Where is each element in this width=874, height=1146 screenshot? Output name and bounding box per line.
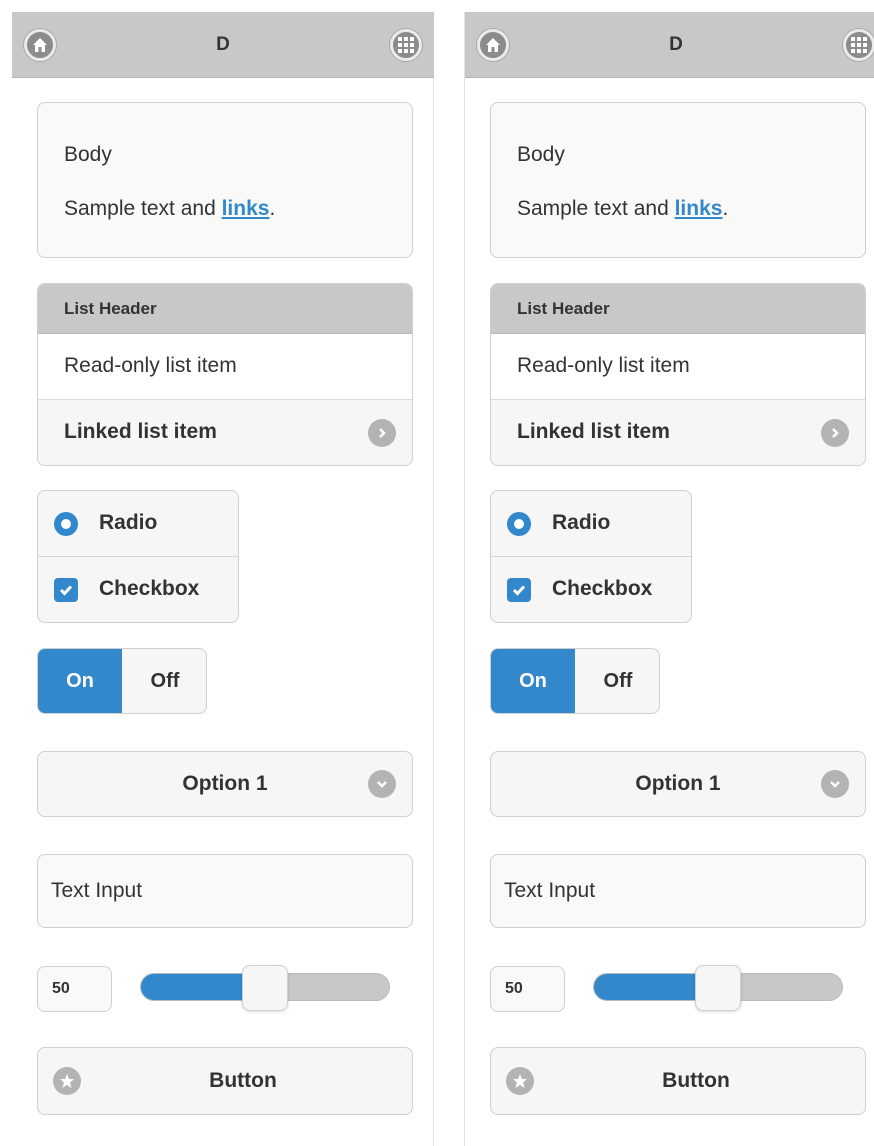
- chevron-down-icon: [821, 770, 849, 798]
- slider-handle[interactable]: [242, 965, 288, 1011]
- choice-group: Radio Checkbox: [37, 490, 239, 623]
- select-value: Option 1: [182, 772, 268, 795]
- grid-icon: [851, 37, 867, 53]
- grid-icon: [398, 37, 414, 53]
- grid-button[interactable]: [843, 29, 874, 61]
- sample-link[interactable]: links: [222, 197, 270, 220]
- flip-switch[interactable]: On Off: [37, 648, 207, 714]
- list-item-readonly: Read-only list item: [491, 334, 865, 400]
- chevron-right-icon: [821, 419, 849, 447]
- body-sample-text: Sample text and links.: [64, 197, 275, 221]
- body-text-prefix: Sample text and: [517, 197, 675, 220]
- grid-button[interactable]: [390, 29, 422, 61]
- body-text-suffix: .: [269, 197, 276, 220]
- flip-switch-on[interactable]: On: [38, 649, 122, 713]
- flip-switch-off[interactable]: Off: [122, 649, 206, 713]
- list-item-linked[interactable]: Linked list item: [38, 400, 412, 465]
- list-header: List Header: [491, 284, 865, 334]
- slider-handle[interactable]: [695, 965, 741, 1011]
- chevron-right-icon: [368, 419, 396, 447]
- list-item-linked[interactable]: Linked list item: [491, 400, 865, 465]
- radio-option[interactable]: Radio: [491, 491, 691, 557]
- slider-value-input[interactable]: 50: [37, 966, 112, 1012]
- select-value: Option 1: [635, 772, 721, 795]
- select-menu[interactable]: Option 1: [37, 751, 413, 817]
- theme-panel-left: D Body Sample text and links. List Heade…: [12, 12, 434, 1146]
- text-input[interactable]: [37, 854, 413, 928]
- checkbox-label: Checkbox: [99, 577, 200, 600]
- select-menu[interactable]: Option 1: [490, 751, 866, 817]
- radio-selected-icon: [507, 512, 531, 536]
- body-text-suffix: .: [722, 197, 729, 220]
- flip-switch[interactable]: On Off: [490, 648, 660, 714]
- star-button[interactable]: Button: [490, 1047, 866, 1115]
- checkbox-checked-icon: [54, 578, 78, 602]
- radio-selected-icon: [54, 512, 78, 536]
- body-content-box: Body Sample text and links.: [37, 102, 413, 258]
- radio-label: Radio: [552, 511, 611, 534]
- list-item-linked-label: Linked list item: [517, 420, 670, 443]
- header-title: D: [669, 34, 683, 55]
- listview: List Header Read-only list item Linked l…: [490, 283, 866, 466]
- button-label: Button: [662, 1069, 730, 1092]
- checkbox-option[interactable]: Checkbox: [491, 557, 691, 622]
- choice-group: Radio Checkbox: [490, 490, 692, 623]
- body-content-box: Body Sample text and links.: [490, 102, 866, 258]
- radio-option[interactable]: Radio: [38, 491, 238, 557]
- button-label: Button: [209, 1069, 277, 1092]
- toolbar-header: D: [465, 12, 874, 78]
- body-text-prefix: Sample text and: [64, 197, 222, 220]
- star-button[interactable]: Button: [37, 1047, 413, 1115]
- listview: List Header Read-only list item Linked l…: [37, 283, 413, 466]
- list-item-linked-label: Linked list item: [64, 420, 217, 443]
- body-title: Body: [517, 143, 565, 166]
- toolbar-header: D: [12, 12, 434, 78]
- flip-switch-off[interactable]: Off: [575, 649, 659, 713]
- checkbox-label: Checkbox: [552, 577, 653, 600]
- list-header: List Header: [38, 284, 412, 334]
- text-input[interactable]: [490, 854, 866, 928]
- header-title: D: [216, 34, 230, 55]
- sample-link[interactable]: links: [675, 197, 723, 220]
- slider-value-input[interactable]: 50: [490, 966, 565, 1012]
- radio-label: Radio: [99, 511, 158, 534]
- checkbox-checked-icon: [507, 578, 531, 602]
- checkbox-option[interactable]: Checkbox: [38, 557, 238, 622]
- list-item-readonly: Read-only list item: [38, 334, 412, 400]
- body-sample-text: Sample text and links.: [517, 197, 728, 221]
- flip-switch-on[interactable]: On: [491, 649, 575, 713]
- theme-panel-right: D Body Sample text and links. List Heade…: [464, 12, 874, 1146]
- body-title: Body: [64, 143, 112, 166]
- chevron-down-icon: [368, 770, 396, 798]
